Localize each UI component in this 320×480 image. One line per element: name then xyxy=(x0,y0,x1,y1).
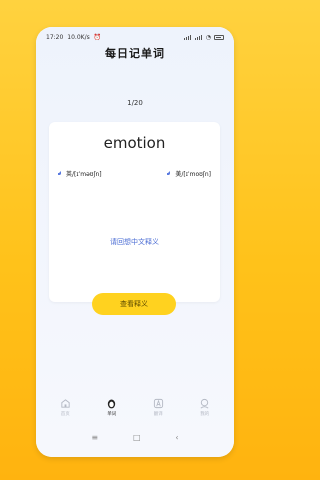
phonetic-us-button[interactable]: 美/[ɪˈmoʊʃn] xyxy=(167,169,211,178)
word-card: emotion 英/[ɪˈməʊʃn] 美/[ɪˈmoʊʃn] 请回想中文释义 xyxy=(49,122,220,302)
phone-frame: 17:20 10.0K/s ⏰ ◔ 每日记单词 1/20 emotion 英/[… xyxy=(36,27,234,457)
profile-icon xyxy=(200,398,209,409)
recent-apps-icon[interactable]: ≡ xyxy=(91,434,98,442)
tab-words[interactable]: 单词 xyxy=(92,398,132,417)
tab-translate-label: 翻译 xyxy=(153,412,163,417)
home-nav-icon[interactable]: □ xyxy=(133,434,141,442)
phonetic-uk-label: 英/[ɪˈməʊʃn] xyxy=(66,171,102,178)
system-nav-bar: ≡ □ ‹ xyxy=(36,431,234,445)
tab-home[interactable]: 首页 xyxy=(45,398,85,417)
tab-profile-label: 我的 xyxy=(200,412,210,417)
speaker-icon[interactable] xyxy=(58,171,63,176)
status-right: ◔ xyxy=(183,33,224,41)
phonetic-uk-button[interactable]: 英/[ɪˈməʊʃn] xyxy=(58,169,102,178)
egg-icon xyxy=(108,399,116,409)
battery-icon xyxy=(214,34,224,40)
tab-words-label: 单词 xyxy=(107,412,117,417)
status-speed: 10.0K/s xyxy=(67,33,90,41)
wifi-icon: ◔ xyxy=(205,33,211,41)
signal-icon xyxy=(194,34,203,40)
reveal-meaning-button[interactable]: 查看释义 xyxy=(92,293,176,315)
tab-home-label: 首页 xyxy=(60,412,70,417)
phonetic-us-label: 美/[ɪˈmoʊʃn] xyxy=(175,171,211,178)
tab-bar: 首页 单词 翻译 我的 xyxy=(36,398,234,428)
app-title: 每日记单词 xyxy=(105,47,165,60)
speaker-icon[interactable] xyxy=(167,171,172,176)
translate-icon xyxy=(153,398,163,409)
word-counter: 1/20 xyxy=(127,99,143,107)
signal-icon xyxy=(183,34,192,40)
home-icon xyxy=(61,399,70,408)
status-bar: 17:20 10.0K/s ⏰ ◔ xyxy=(36,27,234,47)
alarm-icon: ⏰ xyxy=(93,33,102,41)
status-time: 17:20 xyxy=(46,33,64,41)
word-text: emotion xyxy=(103,134,166,152)
status-left: 17:20 10.0K/s ⏰ xyxy=(46,34,101,41)
tab-profile[interactable]: 我的 xyxy=(185,398,225,417)
tab-translate[interactable]: 翻译 xyxy=(138,398,178,417)
recall-hint: 请回想中文释义 xyxy=(110,238,159,246)
back-icon[interactable]: ‹ xyxy=(175,434,178,442)
